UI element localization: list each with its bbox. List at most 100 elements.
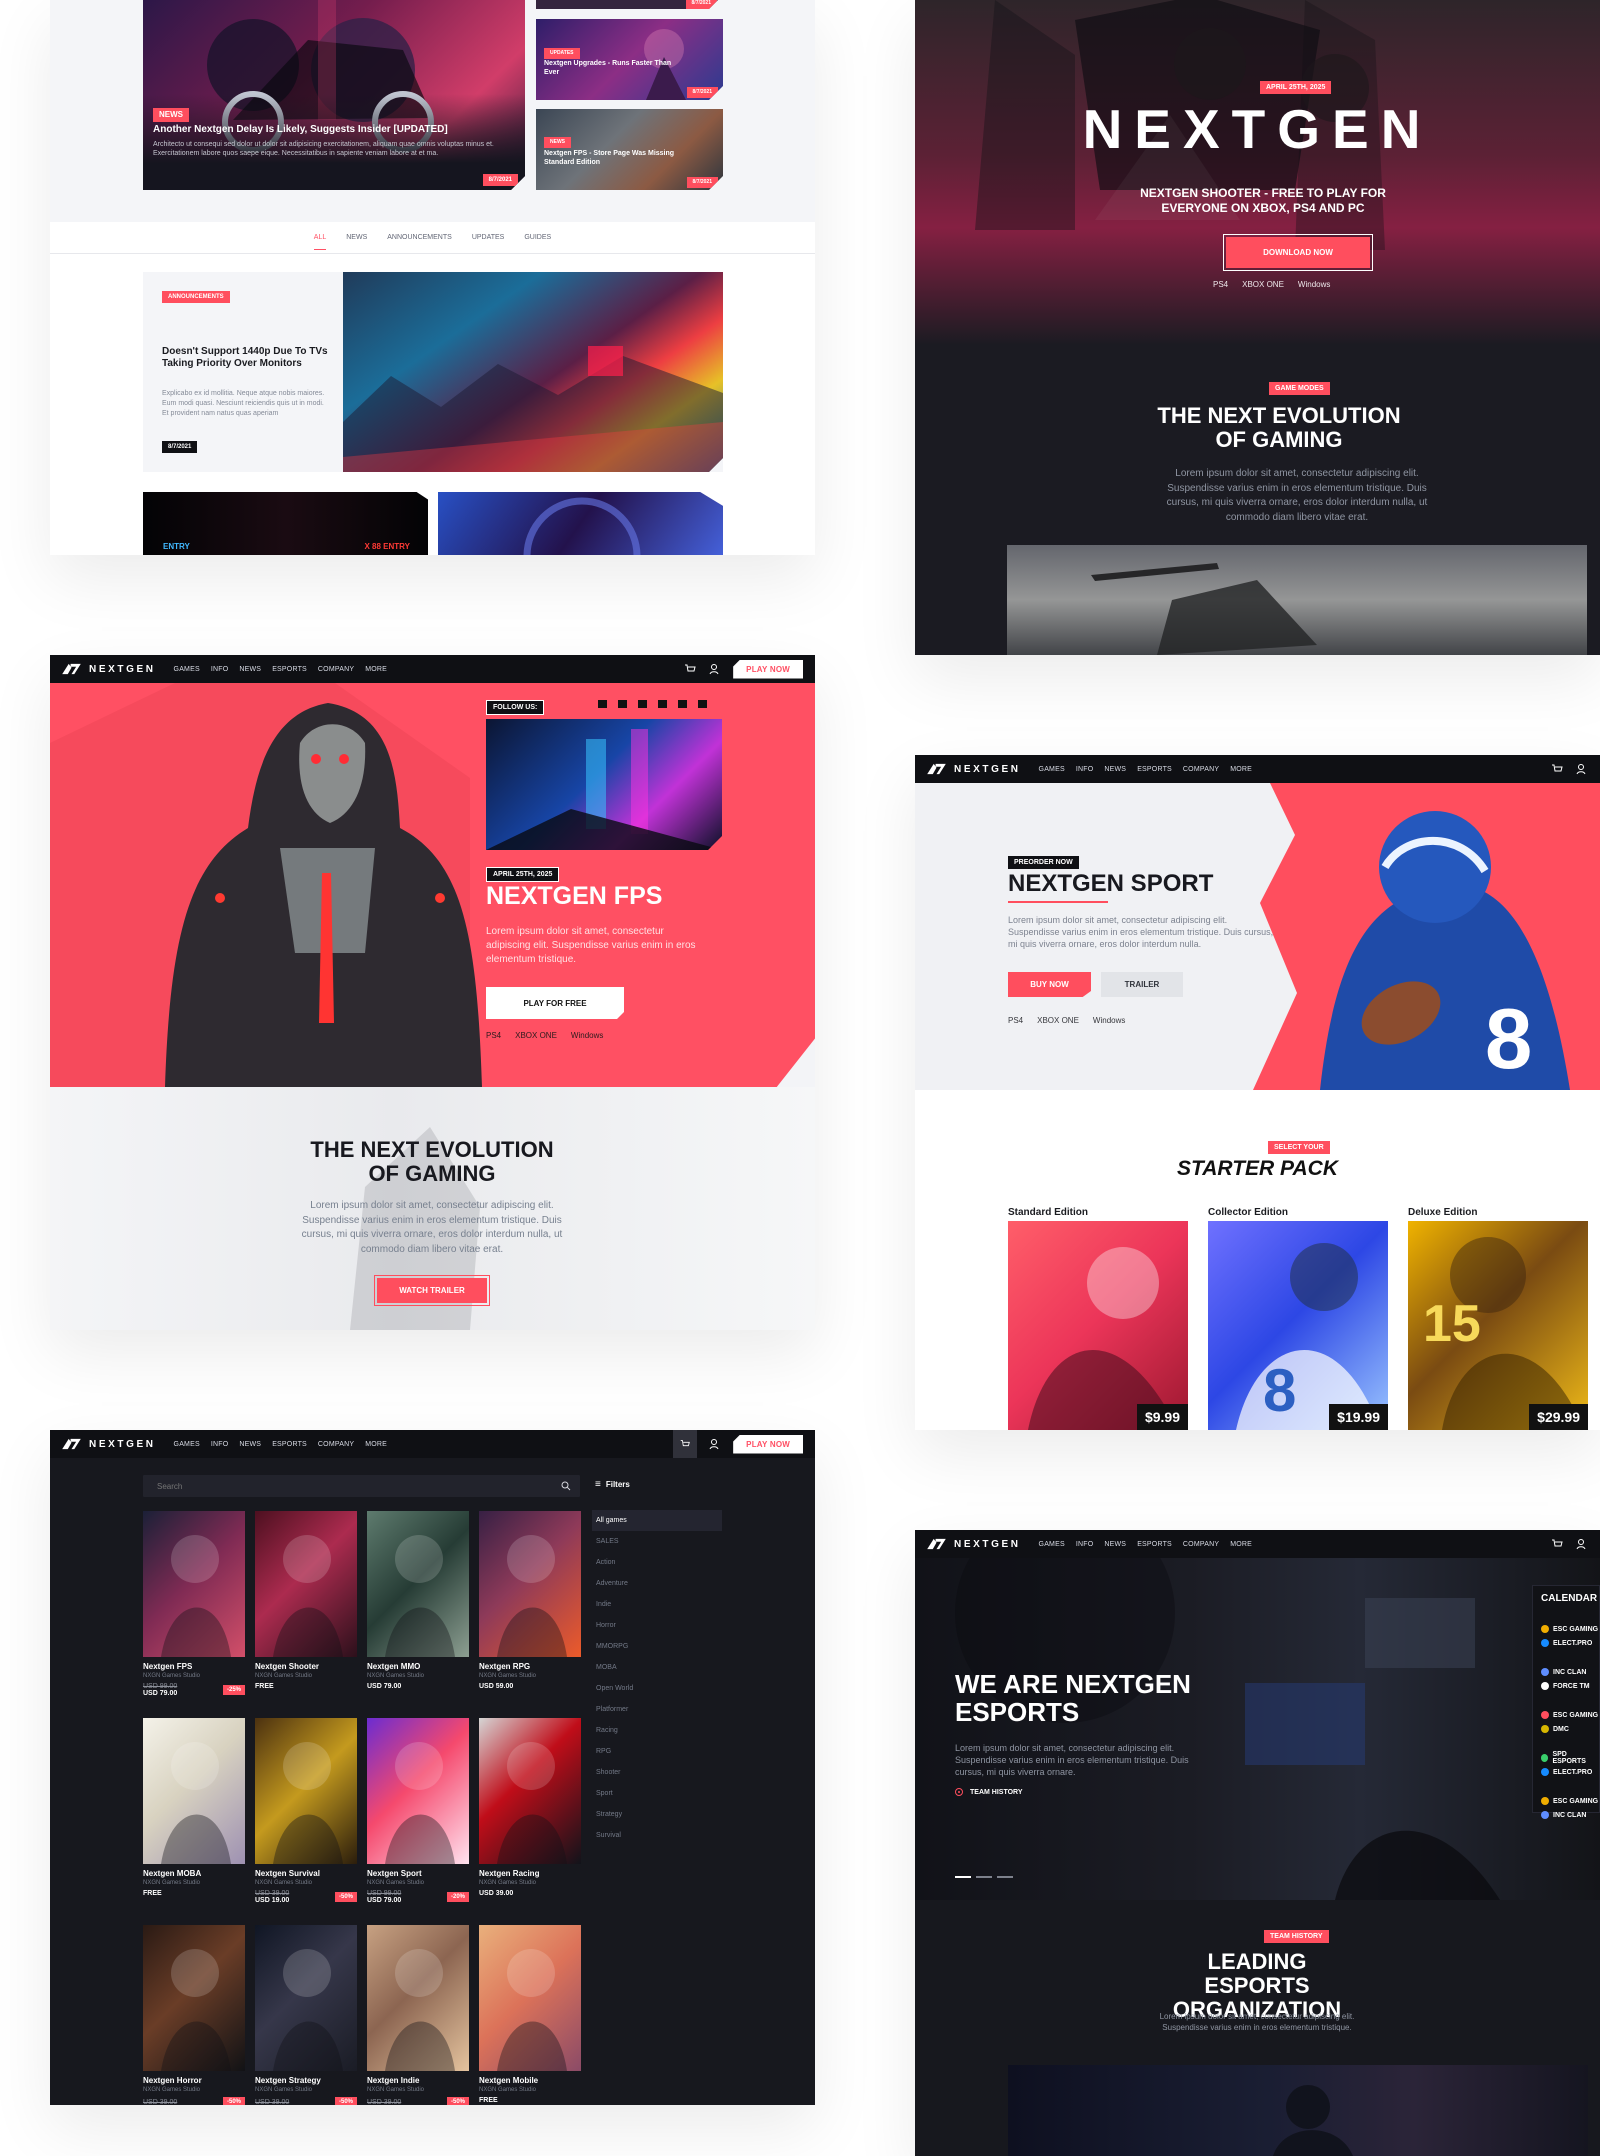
product-cover[interactable] [143,1925,245,2071]
esports-nav-company[interactable]: COMPANY [1183,1541,1219,1548]
sport-nav-esports[interactable]: ESPORTS [1137,766,1172,773]
twitch-icon[interactable] [618,700,627,708]
match-4[interactable]: SPD ESPORTS ELECT.PRO [1541,1751,1599,1779]
side-story-1[interactable]: 8/7/2021 [536,0,723,9]
product-title[interactable]: Nextgen Mobile [479,2076,581,2085]
filter-rpg[interactable]: RPG [592,1741,722,1762]
store-nav-esports[interactable]: ESPORTS [272,1441,307,1448]
filter-indie[interactable]: Indie [592,1594,722,1615]
product-title[interactable]: Nextgen MMO [367,1662,469,1671]
product-card[interactable]: Nextgen Sport NXGN Games Studio USD 99.0… [367,1718,469,1904]
nav-news[interactable]: NEWS [239,666,261,673]
product-title[interactable]: Nextgen Horror [143,2076,245,2085]
esports-brand-wordmark[interactable]: NEXTGEN [954,1539,1021,1550]
nav-company[interactable]: COMPANY [318,666,354,673]
product-card[interactable]: Nextgen MMO NXGN Games Studio USD 79.00 [367,1511,469,1690]
match-1[interactable]: ESC GAMING ELECT.PRO [1541,1622,1599,1650]
edition-collector[interactable]: Collector Edition 8 $19.99 [1208,1207,1388,1430]
user-icon[interactable] [707,662,721,676]
download-now-button[interactable]: DOWNLOAD NOW [1223,234,1373,271]
filter-racing[interactable]: Racing [592,1720,722,1741]
store-brand-wordmark[interactable]: NEXTGEN [89,1439,156,1450]
bottom-card-right[interactable] [438,492,723,555]
product-cover[interactable] [367,1718,469,1864]
side-story-3[interactable]: NEWS Nextgen FPS - Store Page Was Missin… [536,109,723,190]
filter-action[interactable]: Action [592,1552,722,1573]
esports-nav-games[interactable]: GAMES [1039,1541,1065,1548]
team-history-link[interactable]: TEAM HISTORY [955,1788,1023,1796]
sport-brand-wordmark[interactable]: NEXTGEN [954,764,1021,775]
esports-nav-news[interactable]: NEWS [1104,1541,1126,1548]
main-news-card[interactable]: NEWS Another Nextgen Delay Is Likely, Su… [143,0,525,190]
sport-brand-logo-icon[interactable] [927,763,946,776]
facebook-icon[interactable] [638,700,647,708]
match-2[interactable]: INC CLAN FORCE TM [1541,1665,1599,1693]
side-story-2[interactable]: UPDATES Nextgen Upgrades - Runs Faster T… [536,19,723,100]
slide-dot-1[interactable] [955,1876,971,1878]
store-nav-info[interactable]: INFO [211,1441,229,1448]
search-icon[interactable] [561,1481,571,1491]
filter-moba[interactable]: MOBA [592,1657,722,1678]
product-card[interactable]: Nextgen RPG NXGN Games Studio USD 59.00 [479,1511,581,1690]
nav-info[interactable]: INFO [211,666,229,673]
sport-nav-info[interactable]: INFO [1076,766,1094,773]
esports-nav-esports[interactable]: ESPORTS [1137,1541,1172,1548]
watch-trailer-button[interactable]: WATCH TRAILER [374,1275,490,1306]
store-nav-more[interactable]: MORE [365,1441,387,1448]
bottom-card-left[interactable]: ENTRY X 88 ENTRY [143,492,428,555]
discord-icon[interactable] [698,700,707,708]
store-play-now-button[interactable]: PLAY NOW [733,1434,803,1454]
sport-user-icon[interactable] [1574,762,1588,776]
product-title[interactable]: Nextgen Indie [367,2076,469,2085]
esports-brand-logo-icon[interactable] [927,1538,946,1551]
sport-nav-company[interactable]: COMPANY [1183,766,1219,773]
trailer-button[interactable]: TRAILER [1101,972,1183,997]
cart-icon[interactable] [683,662,697,676]
store-search-input[interactable] [143,1475,523,1497]
match-3[interactable]: ESC GAMING DMC [1541,1708,1599,1736]
brand-wordmark[interactable]: NEXTGEN [89,664,156,675]
product-title[interactable]: Nextgen Survival [255,1869,357,1878]
tab-all[interactable]: ALL [313,234,327,250]
nav-games[interactable]: GAMES [174,666,200,673]
brand-logo-icon[interactable] [62,663,81,676]
main-headline[interactable]: Another Nextgen Delay Is Likely, Suggest… [153,124,517,135]
youtube-icon[interactable] [598,700,607,708]
filter-shooter[interactable]: Shooter [592,1762,722,1783]
tab-updates[interactable]: UPDATES [472,234,505,241]
slide-dot-3[interactable] [997,1876,1013,1878]
product-card[interactable]: Nextgen Horror NXGN Games Studio USD 39.… [143,1925,245,2105]
feature-title[interactable]: Doesn't Support 1440p Due To TVs Taking … [162,346,330,370]
filter-open-world[interactable]: Open World [592,1678,722,1699]
esports-user-icon[interactable] [1574,1537,1588,1551]
filter-sport[interactable]: Sport [592,1783,722,1804]
product-cover[interactable] [143,1511,245,1657]
filter-horror[interactable]: Horror [592,1615,722,1636]
product-card[interactable]: Nextgen Survival NXGN Games Studio USD 3… [255,1718,357,1904]
nav-more[interactable]: MORE [365,666,387,673]
product-card[interactable]: Nextgen FPS NXGN Games Studio USD 99.00 … [143,1511,245,1697]
product-card[interactable]: Nextgen Mobile NXGN Games Studio FREE [479,1925,581,2104]
store-user-icon[interactable] [707,1437,721,1451]
instagram-icon[interactable] [678,700,687,708]
product-card[interactable]: Nextgen Indie NXGN Games Studio USD 39.0… [367,1925,469,2105]
product-cover[interactable] [367,1511,469,1657]
store-cart-box[interactable] [673,1430,698,1458]
product-card[interactable]: Nextgen Strategy NXGN Games Studio USD 3… [255,1925,357,2105]
sport-nav-games[interactable]: GAMES [1039,766,1065,773]
sport-nav-more[interactable]: MORE [1230,766,1252,773]
product-title[interactable]: Nextgen Strategy [255,2076,357,2085]
sport-nav-news[interactable]: NEWS [1104,766,1126,773]
product-cover[interactable] [255,1718,357,1864]
store-nav-company[interactable]: COMPANY [318,1441,354,1448]
product-card[interactable]: Nextgen Racing NXGN Games Studio USD 39.… [479,1718,581,1897]
product-title[interactable]: Nextgen FPS [143,1662,245,1671]
edition-deluxe[interactable]: Deluxe Edition 15 $29.99 [1408,1207,1588,1430]
filter-all-games[interactable]: All games [592,1510,722,1531]
product-cover[interactable] [367,1925,469,2071]
buy-now-button[interactable]: BUY NOW [1008,972,1091,997]
product-card[interactable]: Nextgen MOBA NXGN Games Studio FREE [143,1718,245,1897]
edition-standard[interactable]: Standard Edition $9.99 [1008,1207,1188,1430]
product-title[interactable]: Nextgen RPG [479,1662,581,1671]
tab-guides[interactable]: GUIDES [524,234,551,241]
